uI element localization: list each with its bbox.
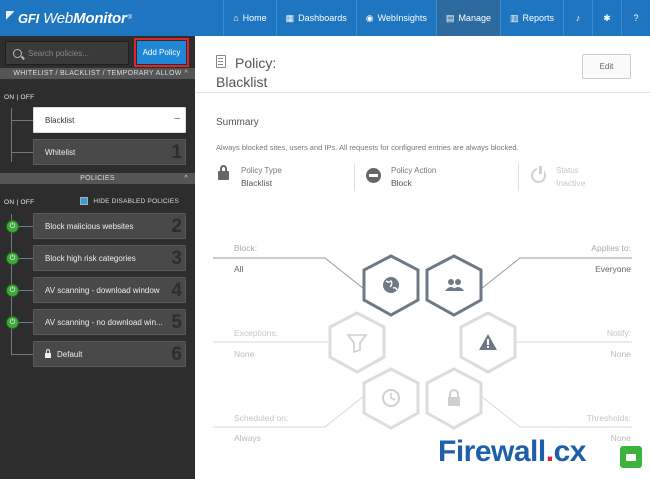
applies-to-label: Applies to: [591, 243, 631, 253]
main-nav: ⌂ Home ▦ Dashboards ◉ WebInsights ▤ Manage ▥ Repo… [223, 0, 650, 36]
policy-item[interactable]: AV scanning - download window 4 [33, 277, 186, 303]
power-toggle-icon[interactable]: ⏻ [6, 316, 19, 329]
policy-item[interactable]: Block high risk categories 3 [33, 245, 186, 271]
notify-label: Notify: [606, 328, 631, 338]
sidebar: Add Policy WHITELIST / BLACKLIST / TEMPO… [0, 36, 195, 479]
nav-webinsights[interactable]: ◉ WebInsights [355, 0, 436, 36]
tree-tick [11, 354, 33, 355]
power-toggle-icon[interactable]: ⏻ [6, 252, 19, 265]
document-icon: ▤ [445, 12, 455, 23]
applies-to-value: Everyone [595, 264, 631, 274]
firewall-cx-watermark: Firewall.cx [438, 435, 586, 468]
tree-line [11, 108, 12, 162]
home-icon: ⌂ [233, 13, 239, 23]
nav-bell[interactable]: ♪ [563, 0, 592, 36]
policy-detail: Policy: Blacklist Edit Summary Always bl… [195, 36, 650, 479]
list-item-whitelist[interactable]: Whitelist 1 [33, 139, 186, 165]
hex-applies[interactable] [425, 254, 483, 317]
help-icon: ? [633, 13, 639, 23]
nav-gear[interactable]: ✱ [592, 0, 621, 36]
policy-item[interactable]: Default 6 [33, 341, 186, 367]
section-policies-header[interactable]: POLICIES ^ [0, 173, 195, 184]
notify-value: None [610, 349, 631, 359]
search-icon [13, 48, 22, 58]
thresholds-label: Thresholds: [586, 413, 631, 423]
policy-item[interactable]: Block malicious websites 2 [33, 213, 186, 239]
on-off-label: ON | OFF [4, 94, 35, 101]
nav-label: Manage [458, 13, 491, 23]
search-box[interactable] [5, 41, 129, 65]
lock-icon [45, 349, 51, 358]
tree-tick [11, 120, 33, 121]
scheduled-on-label: Scheduled on: [234, 413, 289, 423]
top-bar: GFI Web Monitor ® ⌂ Home ▦ Dashboards ◉ WebInsi… [0, 0, 650, 36]
power-toggle-icon[interactable]: ⏻ [6, 220, 19, 233]
exceptions-value: None [234, 349, 255, 359]
nav-help[interactable]: ? [621, 0, 650, 36]
chat-widget-button[interactable] [620, 446, 642, 468]
nav-reports[interactable]: ▥ Reports [499, 0, 563, 36]
on-off-label: ON | OFF [4, 199, 35, 206]
nav-label: Dashboards [298, 13, 347, 23]
nav-label: Home [242, 13, 267, 23]
logo-mark-icon [6, 11, 14, 25]
exceptions-label: Exceptions: [234, 328, 278, 338]
bell-icon: ♪ [575, 13, 581, 23]
globe-icon [383, 277, 399, 293]
eye-icon: ◉ [365, 12, 374, 23]
power-toggle-icon[interactable]: ⏻ [6, 284, 19, 297]
hide-disabled-checkbox[interactable] [80, 197, 89, 205]
chat-icon [626, 453, 636, 461]
hex-exceptions[interactable] [328, 311, 386, 374]
nav-dashboards[interactable]: ▦ Dashboards [275, 0, 356, 36]
list-item-blacklist[interactable]: Blacklist – [33, 107, 186, 133]
search-input[interactable] [28, 48, 123, 58]
scheduled-on-value: Always [234, 433, 261, 443]
tree-tick [11, 152, 33, 153]
nav-label: WebInsights [377, 13, 427, 23]
gear-icon: ✱ [603, 12, 611, 23]
chevron-up-icon: ^ [184, 175, 188, 182]
section-whitelist-blacklist-header[interactable]: WHITELIST / BLACKLIST / TEMPORARY ALLOW … [0, 68, 195, 79]
chart-icon: ▦ [285, 12, 295, 23]
add-policy-highlight: Add Policy [134, 38, 189, 67]
policy-item[interactable]: AV scanning - no download win... 5 [33, 309, 186, 335]
block-label: Block: [234, 243, 258, 253]
nav-label: Reports [522, 13, 554, 23]
nav-home[interactable]: ⌂ Home [223, 0, 275, 36]
bar-chart-icon: ▥ [509, 12, 519, 23]
hide-disabled-toggle[interactable]: HIDE DISABLED POLICIES [80, 197, 179, 205]
block-value: All [234, 264, 244, 274]
add-policy-button[interactable]: Add Policy [137, 41, 186, 64]
gfi-webmonitor-logo[interactable]: GFI Web Monitor ® [6, 7, 132, 29]
chevron-up-icon: ^ [184, 70, 188, 77]
thresholds-value: None [610, 433, 631, 443]
nav-manage[interactable]: ▤ Manage [435, 0, 500, 36]
